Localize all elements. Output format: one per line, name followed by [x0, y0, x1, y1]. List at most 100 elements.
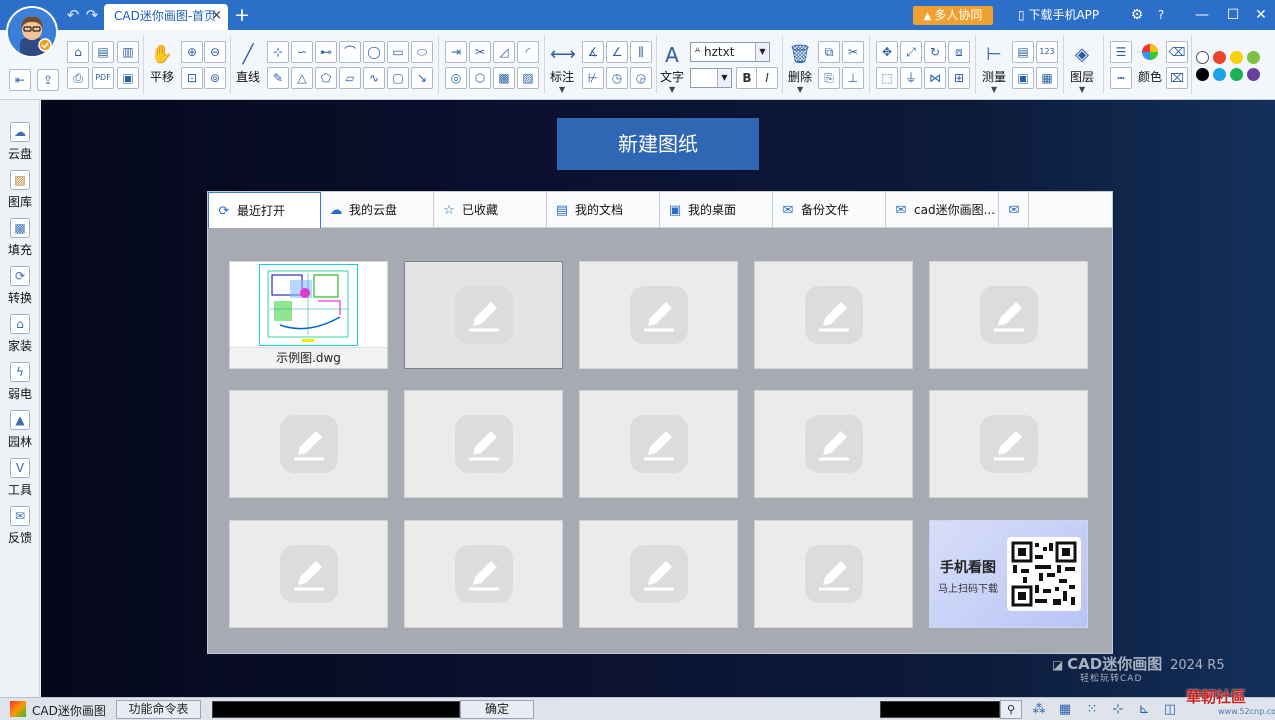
- pan-hand-icon[interactable]: ✋: [150, 43, 174, 67]
- empty-file-slot[interactable]: [754, 390, 913, 498]
- aligned-dim-icon[interactable]: ∡: [582, 41, 604, 63]
- color-label[interactable]: 颜色: [1135, 68, 1165, 85]
- extend-icon[interactable]: ⇥: [445, 41, 467, 63]
- paste-block-icon[interactable]: ⊥: [842, 67, 864, 89]
- empty-file-slot[interactable]: [404, 261, 563, 369]
- font-size-select[interactable]: ▼: [690, 68, 732, 88]
- wave-icon[interactable]: ∿: [363, 67, 385, 89]
- triangle-icon[interactable]: △: [291, 67, 313, 89]
- eraser-icon[interactable]: ⌫: [1166, 41, 1188, 63]
- bold-button[interactable]: B: [736, 67, 758, 89]
- dimension-icon[interactable]: ⟷: [550, 43, 576, 67]
- tab-favorites[interactable]: ☆ 已收藏: [434, 192, 547, 228]
- collab-button[interactable]: ▲ 多人协同: [913, 6, 993, 25]
- arrow-icon[interactable]: ↘: [411, 67, 433, 89]
- ordinate-dim-icon[interactable]: ⊬: [582, 67, 604, 89]
- sidebar-item-feedback[interactable]: ✉ 反馈: [0, 502, 40, 548]
- picture-icon[interactable]: ▣: [1012, 67, 1034, 89]
- polygon-icon[interactable]: ⬡: [469, 67, 491, 89]
- angle-dim-icon[interactable]: ∠: [606, 41, 628, 63]
- circle-icon[interactable]: ◯: [363, 41, 385, 63]
- save-as-icon[interactable]: ▥: [117, 41, 139, 63]
- empty-file-slot[interactable]: [229, 520, 388, 628]
- sidebar-item-home[interactable]: ⌂ 家装: [0, 310, 40, 356]
- move-icon[interactable]: ✥: [876, 41, 898, 63]
- leader-icon[interactable]: ◶: [630, 67, 652, 89]
- chamfer-icon[interactable]: ◿: [493, 41, 515, 63]
- font-select[interactable]: ᴬ hztxt ▼: [690, 42, 770, 62]
- empty-file-slot[interactable]: [229, 390, 388, 498]
- print-icon[interactable]: ⎙: [67, 67, 89, 89]
- mirror-icon[interactable]: ⋈: [924, 67, 946, 89]
- add-tab-button[interactable]: +: [232, 4, 252, 26]
- area-icon[interactable]: ▤: [1012, 41, 1034, 63]
- number-icon[interactable]: 123: [1036, 41, 1058, 63]
- tab-my-cloud[interactable]: ☁ 我的云盘: [321, 192, 434, 228]
- line-tool-icon[interactable]: ╱: [236, 43, 260, 67]
- fillet-icon[interactable]: ◜: [517, 41, 539, 63]
- color-swatch-black[interactable]: [1196, 68, 1209, 81]
- search-input[interactable]: [880, 701, 1000, 718]
- delete-dropdown-icon[interactable]: ▼: [797, 85, 803, 94]
- download-app-link[interactable]: ▯ 下载手机APP: [1018, 6, 1099, 24]
- export-icon[interactable]: ⇪: [37, 69, 59, 91]
- sidebar-item-convert[interactable]: ⟳ 转换: [0, 262, 40, 308]
- polar-icon[interactable]: ⊾: [1134, 700, 1154, 719]
- empty-file-slot[interactable]: [404, 520, 563, 628]
- color-swatch-darkgreen[interactable]: [1230, 68, 1243, 81]
- cut-icon[interactable]: ✂: [842, 41, 864, 63]
- match-prop-icon[interactable]: ⌧: [1166, 67, 1188, 89]
- command-input[interactable]: [212, 701, 460, 718]
- pentagon-icon[interactable]: ⬠: [315, 67, 337, 89]
- zoom-in-icon[interactable]: ⊕: [181, 41, 203, 63]
- tab-more[interactable]: ✉: [999, 192, 1029, 228]
- sidebar-item-hatch[interactable]: ▩ 填充: [0, 214, 40, 260]
- empty-file-slot[interactable]: [929, 261, 1088, 369]
- sidebar-item-cloud[interactable]: ☁ 云盘: [0, 118, 40, 164]
- dot-grid-icon[interactable]: ⁙: [1082, 700, 1102, 719]
- sidebar-item-tools[interactable]: V 工具: [0, 454, 40, 500]
- ortho-icon[interactable]: ⊹: [1108, 700, 1128, 719]
- function-table-button[interactable]: 功能命令表: [116, 700, 201, 719]
- radius-dim-icon[interactable]: ◷: [606, 67, 628, 89]
- italic-button[interactable]: I: [756, 67, 778, 89]
- back-icon[interactable]: ⇤: [9, 69, 31, 91]
- layers-icon[interactable]: ◈: [1070, 43, 1094, 67]
- empty-file-slot[interactable]: [579, 390, 738, 498]
- sidebar-item-gallery[interactable]: ▨ 图库: [0, 166, 40, 212]
- close-button[interactable]: ✕: [1249, 4, 1273, 26]
- object-snap-icon[interactable]: ◫: [1160, 700, 1180, 719]
- measure-dropdown-icon[interactable]: ▼: [991, 85, 997, 94]
- text-dropdown-icon[interactable]: ▼: [669, 85, 675, 94]
- sidebar-item-garden[interactable]: ▲ 园林: [0, 406, 40, 452]
- hatch-pencil-icon[interactable]: ✎: [267, 67, 289, 89]
- undo-icon[interactable]: ↶: [64, 6, 82, 24]
- maximize-button[interactable]: ☐: [1221, 4, 1245, 26]
- recent-file-card[interactable]: 示例图.dwg: [229, 261, 388, 369]
- continuous-dim-icon[interactable]: ⫼: [630, 41, 652, 63]
- tab-cad-folder[interactable]: ✉ cad迷你画图...: [886, 192, 999, 228]
- color-swatch-purple[interactable]: [1247, 68, 1260, 81]
- copy-icon[interactable]: ⧉: [818, 41, 840, 63]
- color-swatch-white[interactable]: [1196, 51, 1209, 64]
- spline-icon[interactable]: ∽: [291, 41, 313, 63]
- confirm-button[interactable]: 确定: [460, 700, 534, 719]
- line-type-icon[interactable]: ┅: [1110, 67, 1132, 89]
- hatch-icon[interactable]: ▩: [493, 67, 515, 89]
- trash-icon[interactable]: 🗑: [788, 43, 812, 67]
- construction-line-icon[interactable]: ⊷: [315, 41, 337, 63]
- image-export-icon[interactable]: ▣: [117, 67, 139, 89]
- empty-file-slot[interactable]: [404, 390, 563, 498]
- trim-icon[interactable]: ✂: [469, 41, 491, 63]
- sidebar-item-lowvoltage[interactable]: ϟ 弱电: [0, 358, 40, 404]
- offset-icon[interactable]: ⧈: [948, 41, 970, 63]
- layer-dropdown-icon[interactable]: ▼: [1079, 85, 1085, 94]
- scale-icon[interactable]: ⤢: [900, 41, 922, 63]
- empty-file-slot[interactable]: [579, 261, 738, 369]
- insert-image-icon[interactable]: ▨: [517, 67, 539, 89]
- tab-backup[interactable]: ✉ 备份文件: [773, 192, 886, 228]
- open-file-icon[interactable]: ⌂: [67, 41, 89, 63]
- text-label[interactable]: 文字: [657, 68, 687, 85]
- help-icon[interactable]: ?: [1149, 4, 1173, 26]
- table-icon[interactable]: ▦: [1036, 67, 1058, 89]
